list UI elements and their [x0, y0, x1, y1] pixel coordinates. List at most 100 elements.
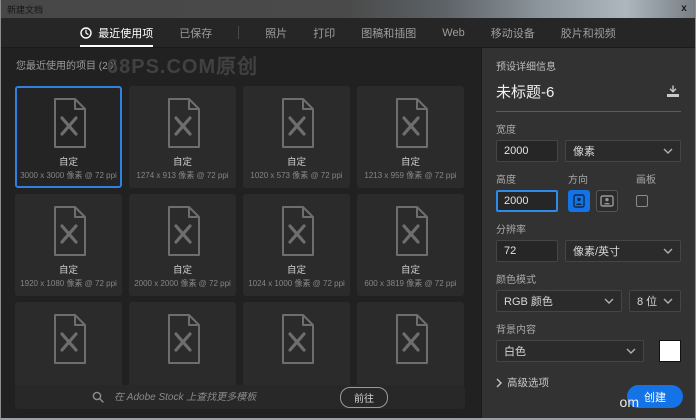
tab-bar: 最近使用项 已保存 照片 打印 图稿和插图 Web 移动设备 胶片和视频	[1, 18, 695, 48]
template-card[interactable]: 自定 1274 x 913 像素 @ 72 ppi	[129, 86, 236, 188]
orientation-stack: 方向	[568, 162, 618, 212]
document-x-icon	[161, 304, 205, 366]
template-dimensions: 1274 x 913 像素 @ 72 ppi	[136, 170, 228, 181]
template-card[interactable]: 自定1020 x 573 像素 @ 72 ppi	[243, 86, 350, 188]
template-name: 自定	[401, 262, 420, 276]
document-x-icon	[275, 196, 319, 258]
artboard-checkbox[interactable]	[636, 195, 648, 207]
width-unit-dropdown[interactable]: 像素	[565, 140, 681, 162]
template-card[interactable]: 自定1024 x 1000 像素 @ 72 ppi	[243, 194, 350, 296]
document-x-icon	[389, 304, 433, 366]
template-dimensions: 600 x 3819 像素 @ 72 ppi	[364, 278, 456, 289]
resolution-unit-dropdown[interactable]: 像素/英寸	[565, 240, 681, 262]
template-card[interactable]: 自定2000 x 2000 像素 @ 72 ppi	[129, 194, 236, 296]
document-x-icon	[389, 88, 433, 150]
width-label: 宽度	[496, 121, 681, 136]
create-button[interactable]: 创建	[627, 385, 683, 408]
color-mode-dropdown[interactable]: RGB 颜色	[496, 290, 622, 312]
document-x-icon	[275, 88, 319, 150]
advanced-options-label: 高级选项	[507, 375, 549, 390]
template-card[interactable]: 自定1920 x 1080 像素 @ 72 ppi	[15, 194, 122, 296]
template-card-partial[interactable]	[15, 302, 122, 386]
panel-title: 预设详细信息	[496, 58, 681, 73]
height-input[interactable]	[496, 190, 558, 212]
chevron-down-icon	[663, 248, 673, 254]
resolution-row: 像素/英寸	[496, 240, 681, 262]
template-grid: 自定3000 x 3000 像素 @ 72 ppi自定1274 x 913 像素…	[15, 86, 465, 386]
chevron-down-icon	[663, 148, 673, 154]
orientation-label: 方向	[568, 171, 618, 186]
background-label: 背景内容	[496, 321, 681, 336]
tab-web[interactable]: Web	[442, 18, 464, 47]
resolution-unit-value: 像素/英寸	[573, 243, 663, 259]
artboard-label: 画板	[636, 171, 656, 186]
template-name: 自定	[59, 154, 78, 168]
background-color-swatch[interactable]	[659, 340, 681, 362]
document-x-icon	[47, 304, 91, 366]
tab-label: 图稿和插图	[361, 25, 416, 41]
background-value: 白色	[504, 343, 626, 359]
template-card-partial[interactable]	[357, 302, 464, 386]
height-label: 高度	[496, 171, 558, 186]
template-dimensions: 1024 x 1000 像素 @ 72 ppi	[248, 278, 345, 289]
orientation-portrait-button[interactable]	[568, 190, 590, 212]
window-titlebar: 新建文档 x	[1, 0, 695, 18]
tab-mobile[interactable]: 移动设备	[491, 18, 535, 47]
width-input[interactable]	[496, 140, 558, 162]
artboard-stack: 画板	[636, 162, 656, 212]
document-x-icon	[47, 88, 91, 150]
resolution-input[interactable]	[496, 240, 558, 262]
tab-label: 胶片和视频	[561, 25, 616, 41]
template-card[interactable]: 自定 1213 x 959 像素 @ 72 ppi	[357, 86, 464, 188]
tab-recent[interactable]: 最近使用项	[80, 18, 153, 47]
save-preset-icon[interactable]	[665, 85, 681, 98]
tab-photo[interactable]: 照片	[265, 18, 287, 47]
clock-icon	[80, 27, 92, 39]
tab-art-illustration[interactable]: 图稿和插图	[361, 18, 416, 47]
watermark-text: 68PS.COM原创	[107, 50, 258, 79]
window-title: 新建文档	[1, 3, 43, 16]
color-mode-row: RGB 颜色 8 位	[496, 290, 681, 312]
template-card[interactable]: 自定 600 x 3819 像素 @ 72 ppi	[357, 194, 464, 296]
tab-film-video[interactable]: 胶片和视频	[561, 18, 616, 47]
width-row: 像素	[496, 140, 681, 162]
tab-saved[interactable]: 已保存	[179, 18, 212, 47]
tab-print[interactable]: 打印	[313, 18, 335, 47]
chevron-down-icon	[604, 298, 614, 304]
orientation-landscape-button[interactable]	[596, 190, 618, 212]
go-button[interactable]: 前往	[340, 387, 388, 408]
resolution-label: 分辨率	[496, 221, 681, 236]
template-name: 自定	[173, 154, 192, 168]
stock-search-bar: 前往	[15, 385, 465, 409]
tab-label: 移动设备	[491, 25, 535, 41]
document-x-icon	[161, 196, 205, 258]
background-row: 白色	[496, 340, 681, 362]
template-card-partial[interactable]	[243, 302, 350, 386]
height-stack: 高度	[496, 162, 558, 212]
preset-details-panel: 预设详细信息 未标题-6 宽度 像素 高度	[481, 48, 695, 418]
width-unit-value: 像素	[573, 143, 663, 159]
window-close-button[interactable]: x	[673, 0, 695, 18]
dialog-body: 您最近使用的项目 (20) 68PS.COM原创 自定3000 x 3000 像…	[1, 48, 695, 418]
background-dropdown[interactable]: 白色	[496, 340, 644, 362]
template-dimensions: 1920 x 1080 像素 @ 72 ppi	[20, 278, 117, 289]
tab-label: Web	[442, 27, 464, 39]
document-name[interactable]: 未标题-6	[496, 81, 665, 102]
template-name: 自定	[401, 154, 420, 168]
template-dimensions: 1213 x 959 像素 @ 72 ppi	[364, 170, 456, 181]
tab-label: 已保存	[179, 25, 212, 41]
tab-label: 最近使用项	[98, 25, 153, 41]
search-icon	[92, 391, 104, 403]
document-name-row: 未标题-6	[496, 81, 681, 112]
tab-label: 照片	[265, 25, 287, 41]
height-orientation-row: 高度 方向 画板	[496, 162, 681, 212]
document-x-icon	[389, 196, 433, 258]
new-document-dialog: 新建文档 x 最近使用项 已保存 照片 打印 图稿和插图 Web 移动设备 胶片…	[0, 0, 696, 420]
bit-depth-dropdown[interactable]: 8 位	[629, 290, 681, 312]
tab-label: 打印	[313, 25, 335, 41]
stock-search-input[interactable]	[114, 392, 304, 403]
template-card[interactable]: 自定3000 x 3000 像素 @ 72 ppi	[15, 86, 122, 188]
bit-depth-value: 8 位	[637, 293, 663, 309]
template-card-partial[interactable]	[129, 302, 236, 386]
color-mode-value: RGB 颜色	[504, 293, 604, 309]
